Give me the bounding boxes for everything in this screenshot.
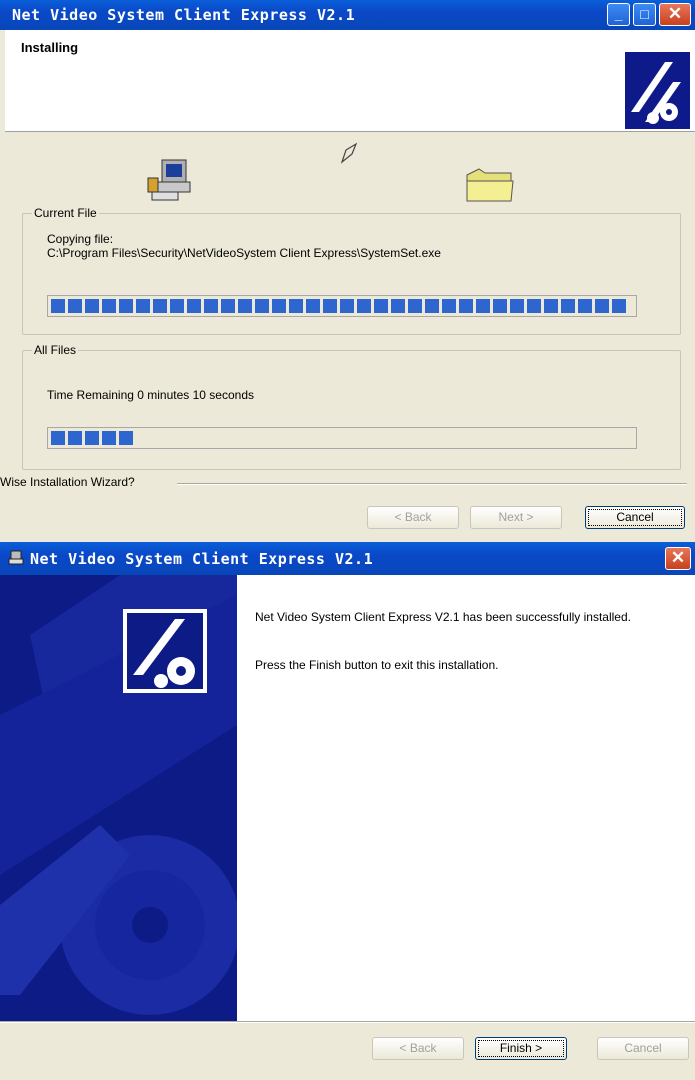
cancel-button[interactable]: Cancel	[597, 1037, 689, 1060]
product-logo	[123, 609, 207, 693]
progress-block	[187, 299, 201, 313]
wizard-header: Installing	[5, 30, 695, 132]
progress-block	[323, 299, 337, 313]
progress-block	[510, 299, 524, 313]
progress-block	[459, 299, 473, 313]
time-remaining: Time Remaining 0 minutes 10 seconds	[47, 388, 254, 402]
success-message: Net Video System Client Express V2.1 has…	[255, 610, 631, 624]
progress-block	[153, 299, 167, 313]
file-path: C:\Program Files\Security\NetVideoSystem…	[47, 246, 441, 260]
progress-block	[374, 299, 388, 313]
progress-block	[442, 299, 456, 313]
wizard-sidebar-graphic	[0, 575, 237, 1021]
progress-block	[425, 299, 439, 313]
all-files-label: All Files	[32, 343, 79, 357]
progress-block	[119, 431, 133, 445]
product-logo	[625, 52, 690, 129]
window-title: Net Video System Client Express V2.1	[30, 550, 374, 568]
progress-block	[85, 431, 99, 445]
wizard-label: Wise Installation Wizard?	[0, 475, 135, 489]
computer-icon	[146, 158, 194, 204]
progress-block	[561, 299, 575, 313]
progress-block	[85, 299, 99, 313]
current-file-progress-bar	[47, 295, 637, 317]
progress-block	[408, 299, 422, 313]
folder-icon	[465, 167, 515, 203]
copying-label: Copying file:	[47, 232, 114, 246]
minimize-button[interactable]: _	[607, 3, 630, 26]
title-bar[interactable]: Net Video System Client Express V2.1 ✕	[0, 542, 695, 575]
progress-block	[476, 299, 490, 313]
window-title: Net Video System Client Express V2.1	[12, 6, 356, 24]
close-button[interactable]: ✕	[659, 3, 691, 26]
progress-block	[136, 299, 150, 313]
current-file-label: Current File	[32, 206, 99, 220]
cancel-button[interactable]: Cancel	[585, 506, 685, 529]
finish-content: Net Video System Client Express V2.1 has…	[237, 575, 695, 1021]
progress-block	[272, 299, 286, 313]
progress-block	[340, 299, 354, 313]
pencil-icon	[340, 142, 360, 164]
progress-block	[289, 299, 303, 313]
all-files-group	[22, 350, 681, 470]
progress-block	[102, 431, 116, 445]
progress-block	[306, 299, 320, 313]
progress-block	[544, 299, 558, 313]
progress-block	[578, 299, 592, 313]
progress-block	[221, 299, 235, 313]
progress-block	[68, 299, 82, 313]
back-button[interactable]: < Back	[367, 506, 459, 529]
progress-block	[51, 431, 65, 445]
progress-block	[102, 299, 116, 313]
page-title: Installing	[21, 40, 79, 55]
all-files-progress-bar	[47, 427, 637, 449]
button-divider	[0, 1021, 695, 1023]
finish-instruction: Press the Finish button to exit this ins…	[255, 658, 499, 672]
installing-window: Net Video System Client Express V2.1 _ □…	[0, 0, 695, 542]
next-button[interactable]: Next >	[470, 506, 562, 529]
progress-block	[612, 299, 626, 313]
progress-block	[527, 299, 541, 313]
progress-block	[68, 431, 82, 445]
progress-block	[493, 299, 507, 313]
progress-block	[119, 299, 133, 313]
progress-block	[357, 299, 371, 313]
finish-button[interactable]: Finish >	[475, 1037, 567, 1060]
maximize-button[interactable]: □	[633, 3, 656, 26]
progress-block	[51, 299, 65, 313]
setup-icon	[8, 550, 24, 566]
back-button[interactable]: < Back	[372, 1037, 464, 1060]
close-button[interactable]: ✕	[665, 547, 691, 570]
wizard-divider	[177, 483, 687, 485]
progress-block	[391, 299, 405, 313]
progress-block	[595, 299, 609, 313]
progress-block	[255, 299, 269, 313]
title-bar[interactable]: Net Video System Client Express V2.1 _ □…	[0, 0, 695, 30]
progress-block	[238, 299, 252, 313]
progress-block	[170, 299, 184, 313]
progress-block	[204, 299, 218, 313]
